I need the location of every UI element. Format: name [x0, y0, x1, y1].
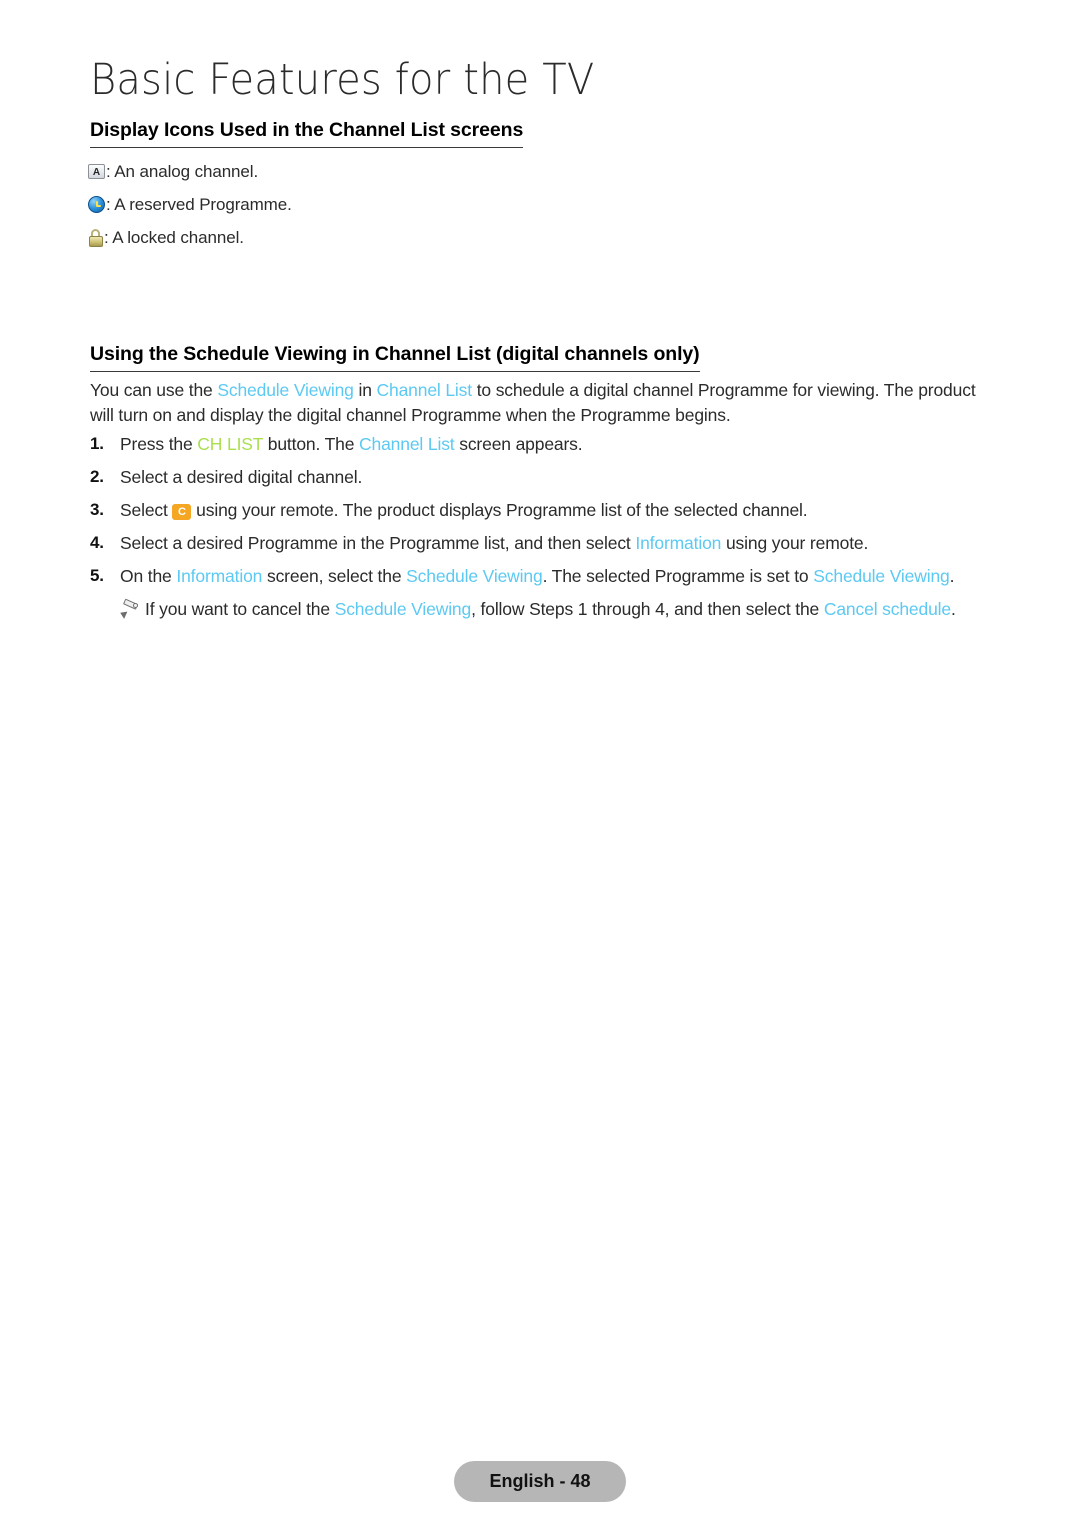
page-footer-badge: English - 48 — [454, 1461, 626, 1502]
osd-link-information: Information — [176, 566, 263, 586]
lock-body — [88, 235, 103, 247]
step-text: Select a desired Programme in the Progra… — [120, 532, 1000, 554]
step-text: On the Information screen, select the Sc… — [120, 565, 1000, 587]
note-text: If you want to cancel the Schedule Viewi… — [145, 598, 1000, 620]
step-number: 5. — [90, 566, 104, 585]
osd-link-schedule-viewing: Schedule Viewing — [406, 566, 543, 586]
step-number: 3. — [90, 500, 104, 519]
legend-label-locked: : A locked channel. — [104, 227, 244, 247]
note-text-2: , follow Steps 1 through 4, and then sel… — [471, 599, 824, 619]
osd-link-information: Information — [635, 533, 722, 553]
step-number: 4. — [90, 533, 104, 552]
step3-text-2: using your remote. The product displays … — [191, 500, 808, 520]
step4-text-1: Select a desired Programme in the Progra… — [120, 533, 636, 553]
note-icon-cell — [118, 598, 145, 622]
step-text: Select C using your remote. The product … — [120, 499, 1000, 521]
pencil-eraser — [133, 603, 138, 608]
page-title: Basic Features for the TV — [90, 55, 595, 105]
step5-text-2: screen, select the — [262, 566, 407, 586]
manual-page: Basic Features for the TV Display Icons … — [0, 0, 1080, 1534]
step-text: Select a desired digital channel. — [120, 467, 363, 487]
paragraph-text-1: You can use the — [90, 380, 218, 400]
reserved-programme-clock-icon — [88, 196, 105, 213]
list-item: : A locked channel. — [88, 221, 988, 254]
step-number: 1. — [90, 434, 104, 453]
intro-paragraph: You can use the Schedule Viewing in Chan… — [90, 378, 993, 428]
step1-text-2: button. The — [263, 434, 360, 454]
list-item: 3. Select C using your remote. The produ… — [90, 499, 1000, 521]
step5-text-1: On the — [120, 566, 177, 586]
pencil-tip — [118, 609, 128, 619]
paragraph-text-2: in — [353, 380, 377, 400]
list-item: 5. On the Information screen, select the… — [90, 565, 1000, 587]
step1-text-1: Press the — [120, 434, 198, 454]
list-item: A : An analog channel. — [88, 155, 988, 188]
pencil-note-icon — [118, 598, 139, 619]
step4-text-2: using your remote. — [721, 533, 869, 553]
osd-link-schedule-viewing: Schedule Viewing — [217, 380, 354, 400]
step-number: 2. — [90, 467, 104, 486]
note-text-3: . — [951, 599, 956, 619]
osd-link-schedule-viewing-2: Schedule Viewing — [813, 566, 950, 586]
list-item: 1. Press the CH LIST button. The Channel… — [90, 433, 1000, 455]
legend-label-analog: : An analog channel. — [106, 161, 259, 181]
osd-link-channel-list: Channel List — [376, 380, 473, 400]
step1-text-3: screen appears. — [454, 434, 583, 454]
color-button-c-icon: C — [172, 504, 192, 520]
analog-channel-icon: A — [88, 164, 105, 179]
numbered-steps-list: 1. Press the CH LIST button. The Channel… — [90, 433, 1000, 622]
list-item: 4. Select a desired Programme in the Pro… — [90, 532, 1000, 554]
legend-label-reserved: : A reserved Programme. — [106, 194, 292, 214]
osd-link-channel-list: Channel List — [359, 434, 455, 454]
list-item: : A reserved Programme. — [88, 188, 988, 221]
section-heading-schedule-viewing: Using the Schedule Viewing in Channel Li… — [90, 343, 700, 372]
note-text-1: If you want to cancel the — [145, 599, 335, 619]
step5-text-3: . The selected Programme is set to — [542, 566, 814, 586]
step5-text-4: . — [949, 566, 955, 586]
section-heading-display-icons: Display Icons Used in the Channel List s… — [90, 119, 523, 148]
list-item: 2. Select a desired digital channel. — [90, 466, 1000, 488]
step3-text-1: Select — [120, 500, 173, 520]
osd-link-cancel-schedule: Cancel schedule — [823, 599, 951, 619]
icon-legend-list: A : An analog channel. : A reserved Prog… — [88, 155, 988, 254]
note-item: If you want to cancel the Schedule Viewi… — [118, 598, 1000, 622]
remote-key-ch-list: CH LIST — [197, 434, 264, 454]
step-text: Press the CH LIST button. The Channel Li… — [120, 433, 1000, 455]
locked-channel-lock-icon — [88, 228, 103, 247]
osd-link-schedule-viewing: Schedule Viewing — [334, 599, 472, 619]
